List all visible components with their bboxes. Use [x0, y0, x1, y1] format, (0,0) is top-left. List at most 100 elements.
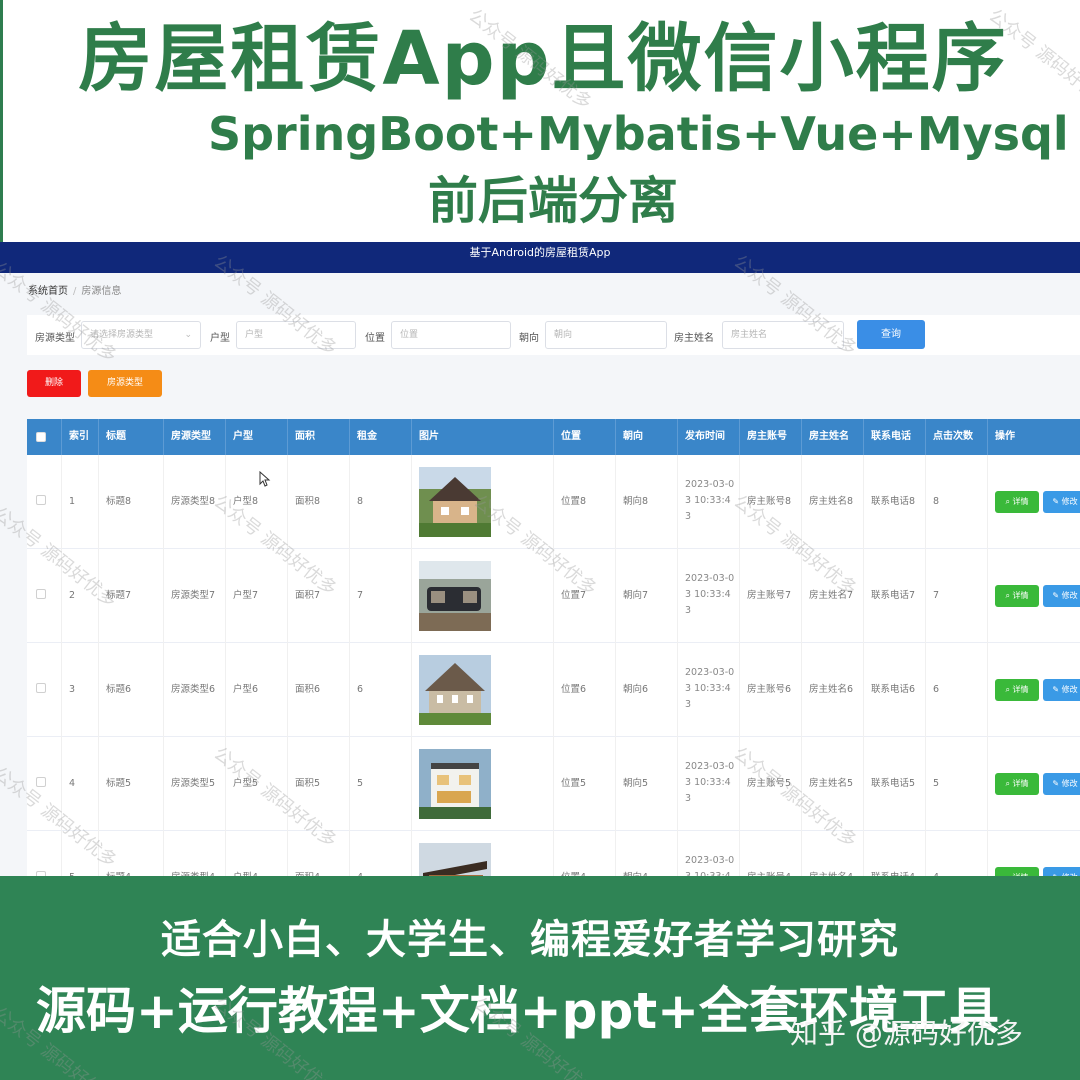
- cell-location: 位置4: [554, 831, 616, 876]
- cell-clicks: 4: [926, 831, 988, 876]
- breadcrumb-current: 房源信息: [81, 286, 122, 297]
- edit-button[interactable]: ✎ 修改: [1043, 491, 1080, 513]
- table-row[interactable]: 5标题4房源类型4户型4面积44位置4朝向42023-03-03 10:33:4…: [27, 831, 1080, 876]
- cell-orientation: 朝向5: [616, 737, 678, 831]
- header-location: 位置: [554, 419, 616, 455]
- house-photo: [419, 655, 491, 725]
- type-select[interactable]: 请选择房源类型 ⌄: [81, 321, 201, 349]
- cell-layout: 户型7: [226, 549, 288, 643]
- header-select-all[interactable]: [27, 419, 62, 455]
- header-clicks: 点击次数: [926, 419, 988, 455]
- cell-image: [412, 737, 554, 831]
- detail-button[interactable]: ⌕ 详情: [995, 867, 1039, 876]
- cell-type: 房源类型6: [164, 643, 226, 737]
- cell-owner: 房主姓名4: [802, 831, 864, 876]
- checkbox-icon[interactable]: [36, 683, 46, 693]
- detail-button[interactable]: ⌕ 详情: [995, 491, 1039, 513]
- cell-account: 房主账号6: [740, 643, 802, 737]
- edit-button[interactable]: ✎ 修改: [1043, 585, 1080, 607]
- orientation-label: 朝向: [519, 333, 539, 344]
- house-photo: [419, 843, 491, 876]
- edit-button[interactable]: ✎ 修改: [1043, 867, 1080, 876]
- table-row[interactable]: 3 标题6 房源类型6 户型6 面积6 6 位置6 朝向6 2023-03-03 10:33:4…: [27, 643, 1080, 737]
- checkbox-icon[interactable]: [36, 495, 46, 505]
- house-photo: [419, 749, 491, 819]
- cell-account: 房主账号5: [740, 737, 802, 831]
- cell-type: 房源类型4: [164, 831, 226, 876]
- cell-time: 2023-03-03 10:33:43: [678, 643, 740, 737]
- edit-button[interactable]: ✎ 修改: [1043, 679, 1080, 701]
- breadcrumb-home[interactable]: 系统首页: [28, 286, 68, 297]
- query-button[interactable]: 查询: [857, 320, 925, 349]
- cell-image: [412, 831, 554, 876]
- cell-owner: 房主姓名7: [802, 549, 864, 643]
- header-area: 面积: [288, 419, 350, 455]
- location-label: 位置: [365, 333, 385, 344]
- promo-tech-stack: SpringBoot+Mybatis+Vue+Mysql: [208, 107, 1069, 161]
- edit-button[interactable]: ✎ 修改: [1043, 773, 1080, 795]
- chevron-down-icon: ⌄: [184, 330, 192, 340]
- cell-owner: 房主姓名5: [802, 737, 864, 831]
- cell-area: 面积4: [288, 831, 350, 876]
- cell-layout: 户型5: [226, 737, 288, 831]
- cell-location: 位置8: [554, 455, 616, 549]
- cell-title: 标题7: [99, 549, 164, 643]
- cell-area: 面积5: [288, 737, 350, 831]
- table-row[interactable]: 2 标题7 房源类型7 户型7 面积7 7 位置7 朝向7 2023-03-03 10:33:4…: [27, 549, 1080, 643]
- search-panel: 房源类型 请选择房源类型 ⌄ 户型 户型 位置 位置 朝向 朝向 房主姓名 房主姓…: [27, 315, 1080, 355]
- table-row[interactable]: 1 标题8 房源类型8 户型8 面积8 8 位置8 朝向8 2023-03-03 10:33:4…: [27, 455, 1080, 549]
- orientation-input[interactable]: 朝向: [545, 321, 667, 349]
- cell-phone: 联系电话8: [864, 455, 926, 549]
- cell-rent: 4: [350, 831, 412, 876]
- cell-image: [412, 643, 554, 737]
- cell-location: 位置7: [554, 549, 616, 643]
- header-type: 房源类型: [164, 419, 226, 455]
- delete-button[interactable]: 删除: [27, 370, 81, 397]
- cell-phone: 联系电话5: [864, 737, 926, 831]
- table-row[interactable]: 4 标题5 房源类型5 户型5 面积5 5 位置5 朝向5 2023-03-03 10:33:4…: [27, 737, 1080, 831]
- header-image: 图片: [412, 419, 554, 455]
- cell-location: 位置6: [554, 643, 616, 737]
- cell-actions: ⌕ 详情✎ 修改: [988, 455, 1080, 549]
- cell-rent: 5: [350, 737, 412, 831]
- cell-time: 2023-03-03 10:33:43: [678, 737, 740, 831]
- row-checkbox: [27, 455, 62, 549]
- layout-input[interactable]: 户型: [236, 321, 356, 349]
- header-layout: 户型: [226, 419, 288, 455]
- top-banner: 房屋租赁App且微信小程序 SpringBoot+Mybatis+Vue+Mys…: [0, 0, 1080, 242]
- detail-button[interactable]: ⌕ 详情: [995, 585, 1039, 607]
- cell-area: 面积7: [288, 549, 350, 643]
- cell-layout: 户型6: [226, 643, 288, 737]
- cell-area: 面积6: [288, 643, 350, 737]
- header-account: 房主账号: [740, 419, 802, 455]
- cell-actions: ⌕ 详情 ✎ 修改: [988, 831, 1080, 876]
- cell-clicks: 5: [926, 737, 988, 831]
- cell-index: 3: [62, 643, 99, 737]
- detail-button[interactable]: ⌕ 详情: [995, 679, 1039, 701]
- checkbox-icon[interactable]: [36, 589, 46, 599]
- cell-type: 房源类型7: [164, 549, 226, 643]
- owner-input[interactable]: 房主姓名: [722, 321, 844, 349]
- admin-app: 基于Android的房屋租赁App 系统首页 / 房源信息 房源类型 请选择房源类型…: [0, 242, 1080, 876]
- table-body: 1 标题8 房源类型8 户型8 面积8 8 位置8 朝向8 2023-03-03 10:33:4…: [27, 455, 1080, 876]
- cell-layout: 户型8: [226, 455, 288, 549]
- cell-rent: 8: [350, 455, 412, 549]
- breadcrumb-separator: /: [73, 286, 77, 297]
- detail-button[interactable]: ⌕ 详情: [995, 773, 1039, 795]
- cell-image: [412, 455, 554, 549]
- header-orientation: 朝向: [616, 419, 678, 455]
- cell-phone: 联系电话7: [864, 549, 926, 643]
- checkbox-icon[interactable]: [36, 432, 46, 442]
- checkbox-icon[interactable]: [36, 777, 46, 787]
- cell-orientation: 朝向6: [616, 643, 678, 737]
- cell-index: 5: [62, 831, 99, 876]
- cell-location: 位置5: [554, 737, 616, 831]
- cell-image: [412, 549, 554, 643]
- location-input[interactable]: 位置: [391, 321, 511, 349]
- cell-account: 房主账号8: [740, 455, 802, 549]
- cell-owner: 房主姓名8: [802, 455, 864, 549]
- zhihu-credit: 知乎 @源码好优多: [790, 1017, 1023, 1050]
- cell-type: 房源类型5: [164, 737, 226, 831]
- house-type-button[interactable]: 房源类型: [88, 370, 162, 397]
- cell-owner: 房主姓名6: [802, 643, 864, 737]
